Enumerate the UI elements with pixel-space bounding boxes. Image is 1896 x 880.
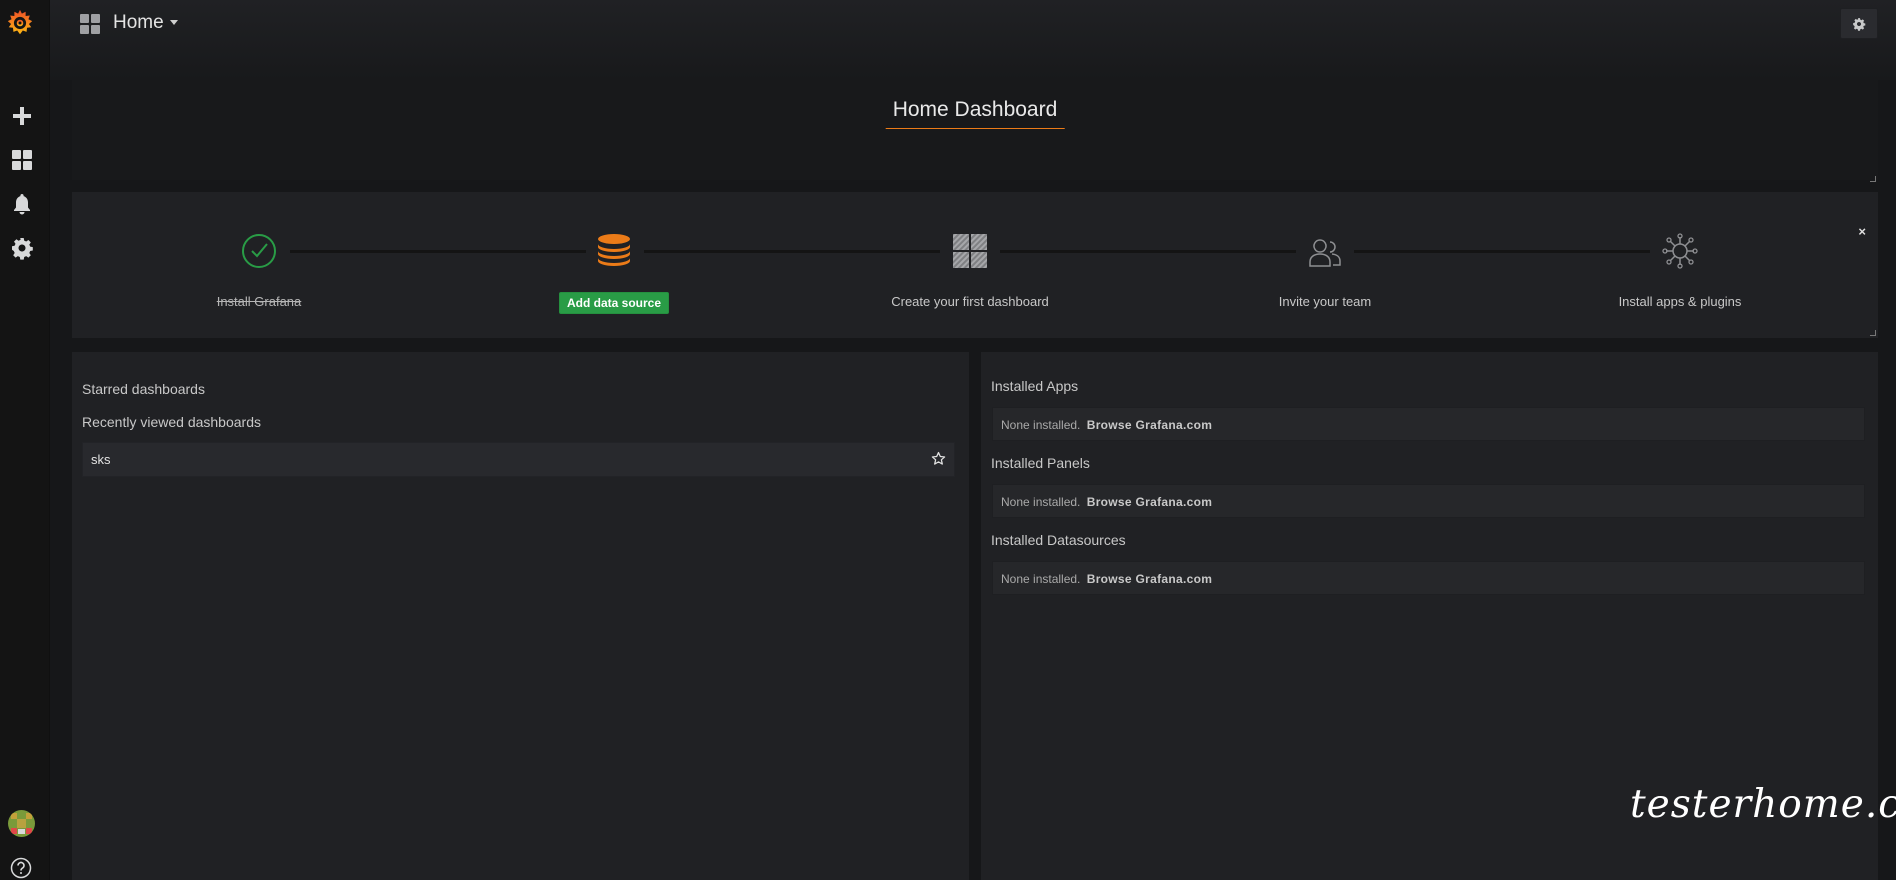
step-label: Install Grafana [216, 294, 302, 309]
gear-icon [1853, 17, 1866, 31]
grafana-logo-icon[interactable] [5, 8, 35, 38]
step-invite-team: Invite your team [1215, 232, 1435, 311]
panel-resize-handle[interactable] [1870, 330, 1876, 336]
none-installed-text: None installed. [1001, 572, 1081, 586]
invite-team-link[interactable]: Invite your team [1279, 294, 1372, 309]
installed-panels-row: None installed. Browse Grafana.com [992, 484, 1865, 518]
configuration-gear-icon[interactable] [10, 236, 34, 260]
database-icon [598, 234, 630, 266]
create-plus-icon[interactable] [10, 104, 34, 128]
top-navbar: Home [50, 0, 1896, 80]
starred-dashboards-title: Starred dashboards [82, 381, 205, 397]
dashboard-grid-icon [953, 234, 987, 268]
installed-datasources-row: None installed. Browse Grafana.com [992, 561, 1865, 595]
browse-grafana-link[interactable]: Browse Grafana.com [1087, 418, 1212, 432]
plugins-icon [1662, 233, 1698, 269]
installed-datasources-title: Installed Datasources [991, 532, 1126, 548]
watermark-text: testerhome.com [1630, 782, 1896, 827]
star-icon[interactable] [931, 451, 946, 466]
check-circle-icon [242, 234, 276, 268]
browse-grafana-link[interactable]: Browse Grafana.com [1087, 495, 1212, 509]
dashboard-title: Home [113, 12, 164, 33]
add-data-source-button[interactable]: Add data source [558, 292, 670, 314]
getting-started-panel: Install Grafana Add data source Create y… [72, 192, 1878, 338]
users-icon [1309, 239, 1341, 267]
caret-down-icon [169, 20, 178, 26]
installed-apps-title: Installed Apps [991, 378, 1079, 394]
step-install-plugins: Install apps & plugins [1570, 232, 1790, 311]
home-dashboard-header: Home Dashboard [72, 80, 1878, 182]
alerting-bell-icon[interactable] [10, 192, 34, 216]
help-question-icon[interactable] [10, 857, 32, 879]
none-installed-text: None installed. [1001, 418, 1081, 432]
settings-button[interactable] [1840, 8, 1878, 39]
user-avatar[interactable] [8, 810, 35, 837]
dashboard-name: sks [91, 452, 111, 467]
browse-grafana-link[interactable]: Browse Grafana.com [1087, 572, 1212, 586]
step-install-grafana: Install Grafana [149, 232, 369, 311]
installed-panels-title: Installed Panels [991, 455, 1090, 471]
dashboard-list-item[interactable]: sks [82, 442, 955, 477]
page-title: Home Dashboard [885, 98, 1065, 129]
close-icon[interactable]: × [1858, 224, 1866, 239]
installed-apps-row: None installed. Browse Grafana.com [992, 407, 1865, 441]
dashboards-icon[interactable] [10, 148, 34, 172]
step-create-dashboard: Create your first dashboard [860, 232, 1080, 311]
create-dashboard-link[interactable]: Create your first dashboard [891, 294, 1049, 309]
install-plugins-link[interactable]: Install apps & plugins [1619, 294, 1742, 309]
sidebar [0, 0, 50, 880]
panel-resize-handle[interactable] [1870, 176, 1876, 182]
dashboard-picker-icon[interactable] [80, 14, 101, 35]
dashboard-list-panel: Starred dashboards Recently viewed dashb… [72, 352, 969, 880]
step-add-data-source: Add data source [504, 232, 724, 314]
none-installed-text: None installed. [1001, 495, 1081, 509]
recent-dashboards-title: Recently viewed dashboards [82, 414, 261, 430]
dashboard-picker[interactable]: Home [113, 12, 178, 34]
